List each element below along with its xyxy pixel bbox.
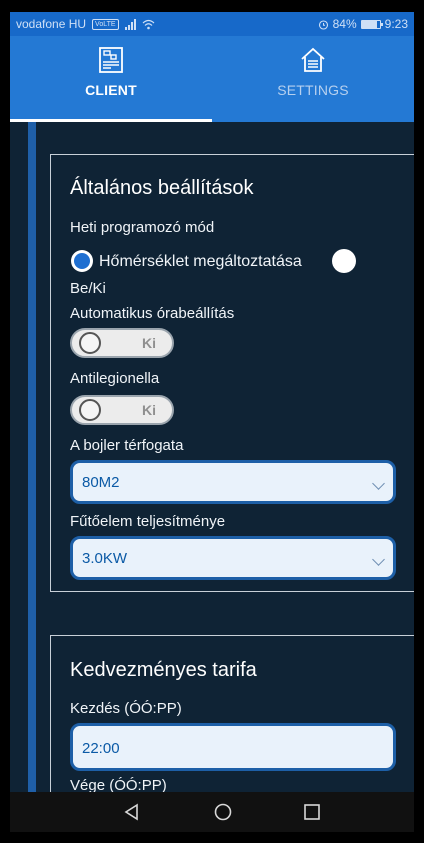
- tariff-title: Kedvezményes tarifa: [70, 659, 257, 681]
- wifi-icon: [142, 19, 154, 29]
- phone-screen: vodafone HU VoLTE 84% 9:23 CLIENT SETTIN…: [10, 12, 414, 832]
- tariff-end-label: Vége (ÓÓ:PP): [70, 777, 167, 792]
- tariff-start-value: 22:00: [82, 740, 120, 757]
- left-accent-rail: [28, 122, 36, 792]
- tab-settings-label: SETTINGS: [277, 82, 349, 98]
- signal-icon: [124, 18, 136, 30]
- home-circle-icon[interactable]: [213, 802, 233, 822]
- general-settings-title: Általános beállítások: [70, 177, 254, 199]
- chevron-down-icon: [372, 477, 385, 490]
- antilegionella-state: Ki: [142, 402, 156, 418]
- tariff-start-input[interactable]: 22:00: [70, 723, 396, 771]
- back-triangle-icon[interactable]: [122, 802, 142, 822]
- toggle-knob: [79, 399, 101, 421]
- auto-clock-toggle[interactable]: Ki: [70, 328, 174, 358]
- toggle-knob: [79, 332, 101, 354]
- boiler-volume-select[interactable]: 80M2: [70, 460, 396, 504]
- system-nav-bar: [10, 792, 414, 832]
- tab-client-label: CLIENT: [85, 82, 137, 98]
- tab-bar: CLIENT SETTINGS: [10, 36, 414, 122]
- radio-temperature-change[interactable]: [71, 250, 93, 272]
- boiler-volume-label: A bojler térfogata: [70, 437, 184, 454]
- heater-power-value: 3.0KW: [82, 550, 128, 567]
- general-settings-card: Általános beállítások Heti programozó mó…: [50, 154, 414, 592]
- heater-power-select[interactable]: 3.0KW: [70, 536, 396, 580]
- tariff-start-label: Kezdés (ÓÓ:PP): [70, 700, 182, 717]
- heater-power-label: Fűtőelem teljesítménye: [70, 513, 226, 530]
- battery-fill: [361, 20, 377, 28]
- boiler-volume-value: 80M2: [82, 474, 120, 491]
- volte-icon: VoLTE: [92, 18, 119, 30]
- tariff-card: Kedvezményes tarifa Kezdés (ÓÓ:PP) 22:00…: [50, 635, 414, 792]
- radio-on-off[interactable]: [332, 249, 356, 273]
- tab-client[interactable]: CLIENT: [10, 36, 212, 122]
- settings-content[interactable]: Általános beállítások Heti programozó mó…: [10, 122, 414, 792]
- antilegionella-toggle[interactable]: Ki: [70, 395, 174, 425]
- chevron-down-icon: [372, 553, 385, 566]
- clock: 9:23: [384, 17, 408, 31]
- tab-settings[interactable]: SETTINGS: [212, 36, 414, 122]
- antilegionella-label: Antilegionella: [70, 370, 160, 387]
- status-right: 84% 9:23: [318, 17, 408, 31]
- battery-percent: 84%: [332, 17, 357, 31]
- auto-clock-state: Ki: [142, 335, 156, 351]
- home-settings-icon: [301, 47, 325, 72]
- alarm-clock-icon: [318, 19, 328, 30]
- weekly-mode-label: Heti programozó mód: [70, 219, 215, 236]
- status-bar: vodafone HU VoLTE 84% 9:23: [10, 12, 414, 36]
- recents-square-icon[interactable]: [302, 802, 322, 822]
- carrier-name: vodafone HU: [16, 17, 87, 31]
- auto-clock-label: Automatikus órabeállítás: [70, 305, 235, 322]
- status-left: vodafone HU VoLTE: [16, 17, 155, 31]
- radio-temperature-change-label: Hőmérséklet megáltoztatása: [99, 253, 302, 270]
- battery-icon: [360, 19, 383, 29]
- client-panel-icon: [99, 47, 123, 73]
- radio-on-off-label: Be/Ki: [70, 280, 106, 297]
